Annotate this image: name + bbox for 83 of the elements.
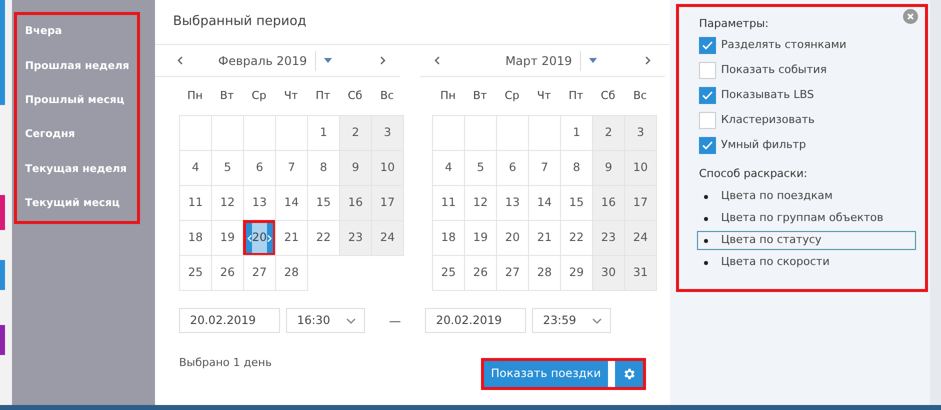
map-marker-strip <box>0 195 5 230</box>
range-separator: — <box>389 312 401 330</box>
day-cell[interactable]: 17 <box>371 185 404 221</box>
day-cell[interactable]: 24 <box>371 220 404 256</box>
day-cell[interactable]: 16 <box>592 185 625 221</box>
panel-title: Выбранный период <box>155 0 670 45</box>
day-cell[interactable]: 23 <box>339 220 372 256</box>
map-marker-strip <box>0 325 5 355</box>
checkbox[interactable] <box>699 112 716 128</box>
coloring-option[interactable]: Цвета по группам объектов <box>697 209 916 228</box>
next-day-icon[interactable] <box>266 234 272 242</box>
dropdown-icon[interactable] <box>589 58 597 63</box>
day-cell[interactable]: 23 <box>592 220 625 256</box>
selection-summary: Выбрано 1 день <box>179 355 272 371</box>
day-cell[interactable]: 10 <box>624 150 657 186</box>
day-cell[interactable]: 17 <box>624 185 657 221</box>
day-cell[interactable]: 24 <box>624 220 657 256</box>
map-marker-strip <box>0 260 5 290</box>
day-cell[interactable]: 25 <box>432 255 465 291</box>
checkbox-label: Кластеризовать <box>721 112 815 128</box>
day-cell[interactable]: 16 <box>339 185 372 221</box>
weekday-label: Сб <box>346 88 364 104</box>
weekday-label: Чт <box>536 88 552 104</box>
day-cell[interactable]: 10 <box>371 150 404 186</box>
show-trips-button[interactable]: Показать поездки <box>484 360 608 386</box>
date-field[interactable]: 20.02.2019 <box>179 308 280 333</box>
day-cell[interactable]: 9 <box>339 150 372 186</box>
time-select[interactable]: 23:59 <box>532 308 611 333</box>
weekday-label: Пн <box>186 88 204 104</box>
checkbox-label: Умный фильтр <box>721 136 806 153</box>
day-cell[interactable]: 3 <box>371 115 404 151</box>
day-cell[interactable]: 27 <box>243 255 276 291</box>
next-month-icon[interactable] <box>380 56 386 65</box>
previous-month-icon[interactable] <box>434 56 440 65</box>
checkbox[interactable] <box>699 86 716 104</box>
check-icon <box>702 40 713 50</box>
weekday-label: Пт <box>568 88 584 104</box>
previous-day-icon[interactable] <box>247 234 252 242</box>
checkbox-label: Разделять стоянками <box>721 36 846 53</box>
month-title: Февраль 2019 <box>217 52 308 70</box>
day-cell[interactable]: 3 <box>624 115 657 151</box>
month-title: Март 2019 <box>504 52 573 70</box>
weekday-label: Сб <box>600 88 616 104</box>
chevron-down-icon <box>592 318 602 324</box>
checkbox[interactable] <box>699 136 716 154</box>
checkbox-label: Показывать LBS <box>721 86 814 103</box>
weekday-label: Вт <box>219 88 235 104</box>
weekday-label: Вт <box>472 88 488 104</box>
day-cell[interactable]: 2 <box>592 115 625 151</box>
close-button[interactable] <box>903 9 918 24</box>
check-icon <box>702 140 713 150</box>
time-select[interactable]: 16:30 <box>286 308 365 333</box>
weekday-label: Ср <box>504 88 520 104</box>
check-icon <box>702 90 713 100</box>
coloring-option[interactable]: Цвета по скорости <box>697 253 916 272</box>
checkbox[interactable] <box>699 62 716 78</box>
day-cell[interactable]: 2 <box>339 115 372 151</box>
checkbox-label: Показать события <box>721 62 827 78</box>
section-title: Способ раскраски: <box>699 166 808 182</box>
section-title: Параметры: <box>699 16 769 32</box>
weekday-label: Вс <box>632 88 648 104</box>
close-icon <box>907 13 914 20</box>
dropdown-icon[interactable] <box>324 58 332 63</box>
next-month-icon[interactable] <box>645 56 651 65</box>
day-cell[interactable]: 20 <box>243 220 276 256</box>
day-cell[interactable]: 30 <box>592 255 625 291</box>
checkbox[interactable] <box>699 36 716 54</box>
day-cell[interactable]: 25 <box>179 255 212 291</box>
day-cell[interactable]: 31 <box>624 255 657 291</box>
coloring-option[interactable]: Цвета по статусу <box>697 231 916 250</box>
previous-month-icon[interactable] <box>177 56 183 65</box>
weekday-label: Ср <box>250 88 268 104</box>
day-cell[interactable]: 9 <box>592 150 625 186</box>
settings-icon <box>622 366 636 380</box>
weekday-label: Вс <box>379 88 395 104</box>
weekday-label: Чт <box>283 88 299 104</box>
date-field[interactable]: 20.02.2019 <box>425 308 526 333</box>
settings-button[interactable] <box>615 360 643 386</box>
coloring-option[interactable]: Цвета по поездкам <box>697 187 916 206</box>
chevron-down-icon <box>346 318 356 324</box>
weekday-label: Пт <box>314 88 332 104</box>
day-cell[interactable]: 28 <box>275 255 308 291</box>
weekday-label: Пн <box>439 88 457 104</box>
